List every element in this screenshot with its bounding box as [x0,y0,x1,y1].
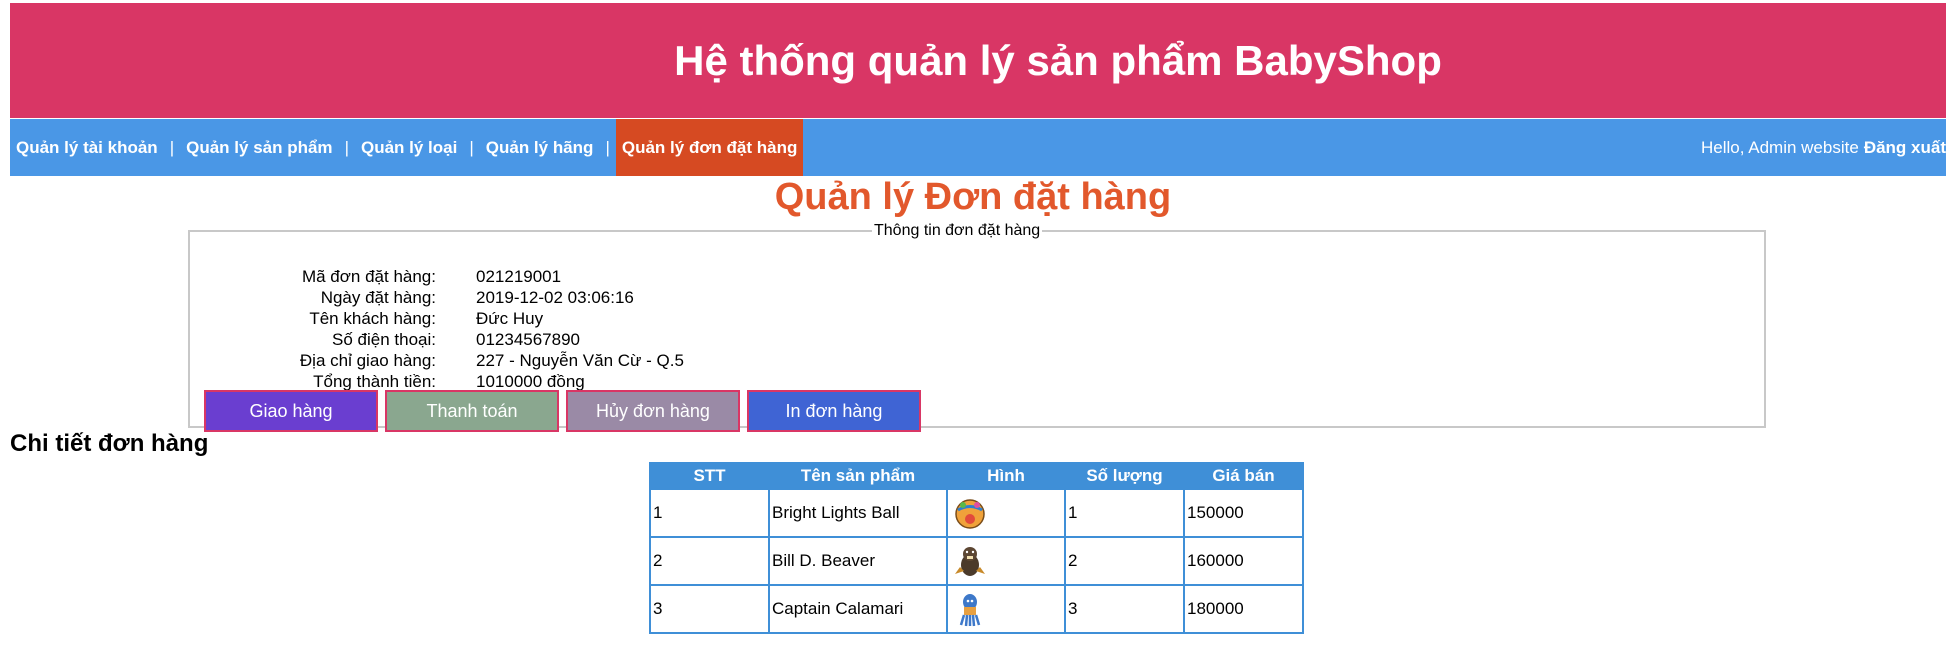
cell-product-name: Captain Calamari [768,584,948,634]
column-header-image: Hình [946,462,1066,490]
table-row: 3 Captain Calamari 3 180000 [649,584,1304,634]
nav-item-categories[interactable]: Quản lý loại [355,119,463,176]
greeting-text: Hello, Admin website [1701,137,1859,157]
nav-separator: | [605,137,610,157]
table-row: 2 Bill D. Beaver 2 160000 [649,536,1304,586]
nav-separator: | [344,137,349,157]
column-header-quantity: Số lượng [1064,462,1185,490]
total-label: Tổng thành tiền: [313,372,436,391]
cell-image [946,584,1066,634]
cell-price: 180000 [1183,584,1304,634]
cell-stt: 3 [649,584,770,634]
nav-item-accounts[interactable]: Quản lý tài khoản [10,119,164,176]
nav-separator: | [169,137,175,157]
cell-stt: 1 [649,488,770,538]
cell-product-name: Bright Lights Ball [768,488,948,538]
cell-quantity: 1 [1064,488,1185,538]
column-header-price: Giá bán [1183,462,1304,490]
address-label: Địa chỉ giao hàng: [299,351,436,370]
main-navbar: Quản lý tài khoản | Quản lý sản phẩm | Q… [10,119,1946,176]
cell-image [946,488,1066,538]
cell-stt: 2 [649,536,770,586]
order-date-value: 2019-12-02 03:06:16 [476,288,634,307]
address-value: 227 - Nguyễn Văn Cừ - Q.5 [476,351,684,370]
cell-price: 150000 [1183,488,1304,538]
user-area: Hello, Admin website Đăng xuất [1701,119,1946,176]
column-header-stt: STT [649,462,770,490]
table-row: 1 Bright Lights Ball 1 150000 [649,488,1304,538]
site-title: Hệ thống quản lý sản phẩm BabyShop [674,36,1442,84]
order-info-row-id: Mã đơn đặt hàng: 021219001 [190,266,684,287]
order-info-row-phone: Số điện thoại: 01234567890 [190,329,684,350]
table-header-row: STT Tên sản phẩm Hình Số lượng Giá bán [649,462,1304,490]
pay-order-button[interactable]: Thanh toán [385,390,559,432]
total-value: 1010000 đồng [476,372,585,391]
order-date-label: Ngày đặt hàng: [320,288,436,307]
page-title: Quản lý Đơn đặt hàng [0,176,1946,219]
logout-link[interactable]: Đăng xuất [1864,138,1946,158]
nav-item-brands[interactable]: Quản lý hãng [480,119,600,176]
ship-order-button[interactable]: Giao hàng [204,390,378,432]
cancel-order-button[interactable]: Hủy đơn hàng [566,390,740,432]
phone-label: Số điện thoại: [332,330,436,349]
customer-name-label: Tên khách hàng: [309,309,436,328]
order-details-heading: Chi tiết đơn hàng [10,430,209,457]
beaver-toy-thumbnail [955,547,985,576]
cell-quantity: 3 [1064,584,1185,634]
order-info-row-address: Địa chỉ giao hàng: 227 - Nguyễn Văn Cừ -… [190,350,684,371]
order-info-row-customer: Tên khách hàng: Đức Huy [190,308,684,329]
order-info-rows: Mã đơn đặt hàng: 021219001 Ngày đặt hàng… [190,266,684,392]
customer-name-value: Đức Huy [476,309,544,328]
site-header: Hệ thống quản lý sản phẩm BabyShop [10,3,1946,118]
order-id-value: 021219001 [476,267,562,286]
page-title-text: Quản lý Đơn đặt hàng [774,176,1172,218]
cell-price: 160000 [1183,536,1304,586]
order-info-panel: Thông tin đơn đặt hàng Mã đơn đặt hàng: … [188,222,1766,432]
order-info-row-date: Ngày đặt hàng: 2019-12-02 03:06:16 [190,287,684,308]
cell-quantity: 2 [1064,536,1185,586]
print-order-button[interactable]: In đơn hàng [747,390,921,432]
column-header-product-name: Tên sản phẩm [768,462,948,490]
nav-separator: | [469,137,474,157]
order-info-row-total: Tổng thành tiền: 1010000 đồng [190,371,684,392]
cell-product-name: Bill D. Beaver [768,536,948,586]
order-id-label: Mã đơn đặt hàng: [301,267,436,286]
nav-item-products[interactable]: Quản lý sản phẩm [180,119,338,176]
nav-item-orders[interactable]: Quản lý đơn đặt hàng [615,119,804,176]
order-actions: Giao hàng Thanh toán Hủy đơn hàng In đơn… [204,390,928,432]
order-info-legend: Thông tin đơn đặt hàng [874,222,1041,239]
phone-value: 01234567890 [476,330,581,349]
squid-toy-thumbnail [959,594,981,627]
order-details-table: STT Tên sản phẩm Hình Số lượng Giá bán 1… [649,462,1304,634]
ball-toy-thumbnail [955,499,985,529]
cell-image [946,536,1066,586]
